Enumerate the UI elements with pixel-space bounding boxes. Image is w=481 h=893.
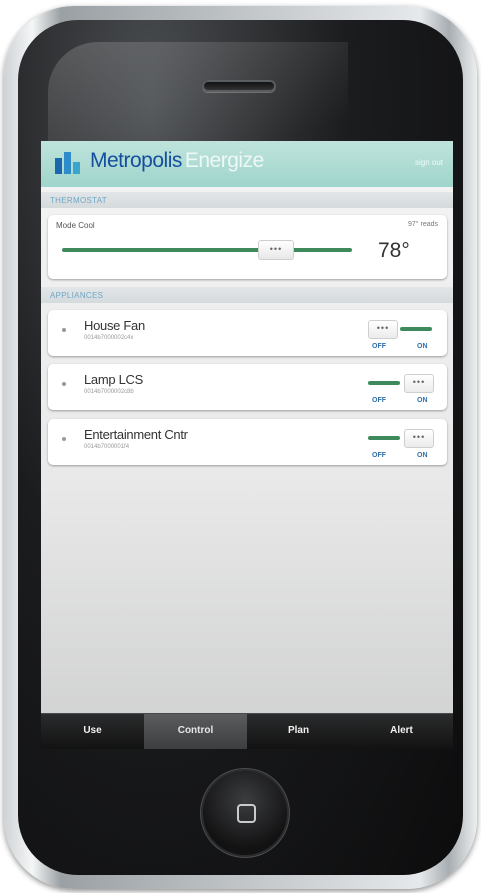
thermostat-reading: 97° reads	[407, 221, 438, 228]
toggle-off-label[interactable]: OFF	[372, 397, 386, 404]
toggle-fill	[368, 436, 400, 440]
bottom-tab-bar: Use Control Plan Alert	[41, 713, 453, 749]
toggle-on-label[interactable]: ON	[417, 343, 428, 350]
appliance-name: Entertainment Cntr	[84, 427, 188, 442]
tab-alert[interactable]: Alert	[350, 714, 453, 749]
toggle-handle[interactable]: •••	[368, 320, 398, 339]
appliances-section-label: APPLIANCES	[50, 291, 104, 300]
toggle-off-label[interactable]: OFF	[372, 343, 386, 350]
appliance-card: Lamp LCS 0014b7000002c8b ••• OFF ON	[48, 364, 447, 410]
tab-control[interactable]: Control	[144, 714, 247, 749]
brand-logo: Metropolis Energize	[90, 149, 264, 173]
appliance-card: Entertainment Cntr 0014b7000001f4 ••• OF…	[48, 419, 447, 465]
toggle-handle[interactable]: •••	[404, 374, 434, 393]
earpiece-speaker	[202, 80, 276, 92]
thermostat-card: Mode Cool 97° reads ••• 78°	[48, 215, 447, 279]
thermostat-slider-handle[interactable]: •••	[258, 240, 294, 260]
appliance-name: Lamp LCS	[84, 372, 144, 387]
appliance-power-toggle[interactable]: •••	[368, 320, 434, 340]
appliance-bullet-icon	[62, 328, 66, 332]
tab-plan[interactable]: Plan	[247, 714, 350, 749]
app-header: Metropolis Energize sign out	[41, 141, 453, 187]
toggle-handle[interactable]: •••	[404, 429, 434, 448]
thermostat-section-label: THERMOSTAT	[50, 196, 107, 205]
app-screen: Metropolis Energize sign out THERMOSTAT M…	[41, 141, 453, 749]
home-button[interactable]	[203, 771, 287, 855]
sign-out-link[interactable]: sign out	[415, 158, 443, 167]
appliance-id: 0014b7000002c4x	[84, 335, 134, 341]
metropolis-logo-icon	[55, 152, 83, 174]
appliance-card: House Fan 0014b7000002c4x ••• OFF ON	[48, 310, 447, 356]
toggle-on-label[interactable]: ON	[417, 397, 428, 404]
appliance-power-toggle[interactable]: •••	[368, 429, 434, 449]
thermostat-slider-track[interactable]	[62, 248, 352, 252]
home-square-icon	[237, 804, 256, 823]
toggle-off-label[interactable]: OFF	[372, 452, 386, 459]
toggle-on-label[interactable]: ON	[417, 452, 428, 459]
appliance-bullet-icon	[62, 382, 66, 386]
thermostat-temperature: 78°	[378, 239, 410, 262]
appliance-id: 0014b7000001f4	[84, 444, 130, 450]
thermostat-mode-label: Mode Cool	[56, 221, 95, 230]
toggle-fill	[400, 327, 432, 331]
appliance-power-toggle[interactable]: •••	[368, 374, 434, 394]
brand-secondary: Energize	[184, 149, 264, 172]
appliance-id: 0014b7000002c8b	[84, 389, 134, 395]
tab-use[interactable]: Use	[41, 714, 144, 749]
toggle-fill	[368, 381, 400, 385]
appliance-bullet-icon	[62, 437, 66, 441]
brand-primary: Metropolis	[90, 149, 182, 172]
appliance-name: House Fan	[84, 318, 145, 333]
